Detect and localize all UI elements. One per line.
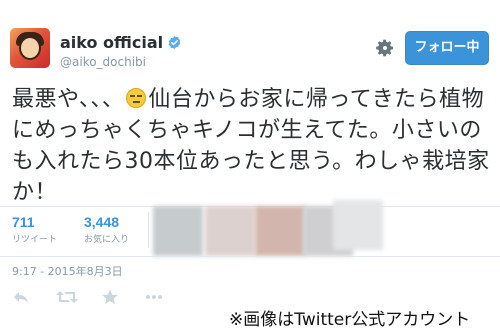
avatar[interactable] xyxy=(10,28,50,68)
favorite-label: お気に入り xyxy=(84,235,130,245)
user-handle[interactable]: @aiko_dochibi xyxy=(60,55,146,69)
retweet-icon[interactable] xyxy=(56,289,78,305)
favorite-stat[interactable]: 3,448 お気に入り xyxy=(84,214,129,245)
tweet-text: 最悪や、、、 仙台からお家に帰ってきたら植物にめっちゃくちゃキノコが生えてた。小さ… xyxy=(12,84,492,208)
divider-bottom xyxy=(0,256,500,257)
tweet-card: aiko official @aiko_dochibi フォロー中 最悪や、、、… xyxy=(0,0,500,332)
favoriter-avatar[interactable] xyxy=(153,206,203,256)
display-name-text: aiko official xyxy=(60,33,164,52)
retweet-stat[interactable]: 711 リツイート xyxy=(12,214,57,245)
star-icon[interactable] xyxy=(101,289,119,305)
favoriter-avatar[interactable] xyxy=(333,200,383,250)
following-button[interactable]: フォロー中 xyxy=(405,31,489,65)
verified-badge-icon xyxy=(167,35,182,54)
favoriter-avatar[interactable] xyxy=(255,206,305,256)
display-name[interactable]: aiko official xyxy=(60,33,182,54)
stat-separator xyxy=(148,212,149,248)
retweet-count: 711 xyxy=(12,214,35,230)
image-source-caption: ※画像はTwitter公式アカウント xyxy=(229,305,471,330)
favoriter-avatar[interactable] xyxy=(205,206,255,256)
timestamp[interactable]: 9:17 - 2015年8月3日 xyxy=(12,263,123,279)
avatar-face xyxy=(19,36,41,60)
expressionless-face-icon xyxy=(126,88,147,108)
reply-icon[interactable] xyxy=(12,289,30,305)
gear-icon[interactable] xyxy=(375,38,395,58)
more-icon[interactable] xyxy=(145,289,163,305)
retweet-label: リツイート xyxy=(12,235,58,245)
tweet-text-part1: 最悪や、、、 xyxy=(12,87,125,112)
favorite-count: 3,448 xyxy=(84,214,120,230)
